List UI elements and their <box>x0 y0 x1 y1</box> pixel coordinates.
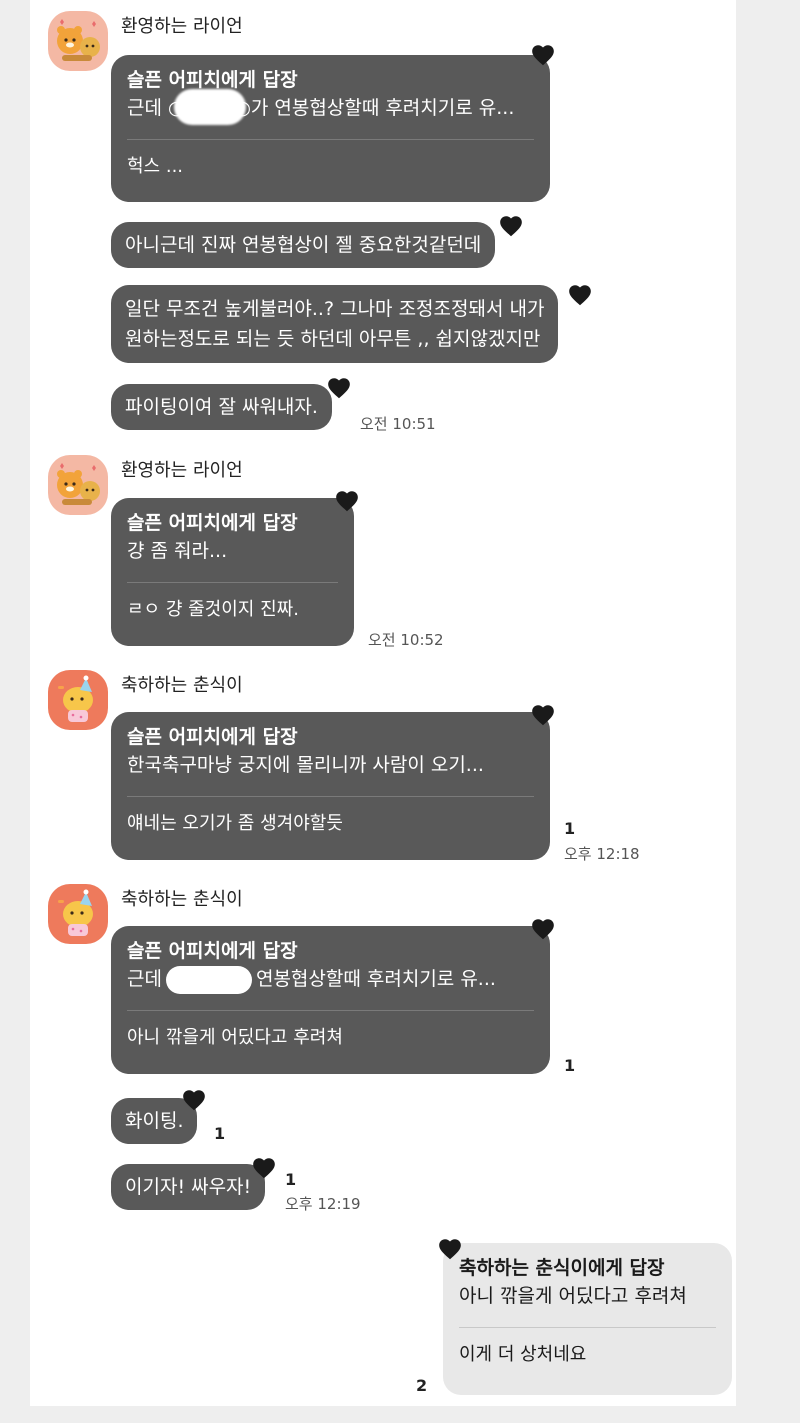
redaction-blur <box>165 965 252 994</box>
chat-area: 환영하는 라이언 슬픈 어피치에게 답장 근데 ○○○○○가 연봉협상할때 후려… <box>30 0 736 1406</box>
message-text: 아니 깎을게 어딨다고 후려쳐 <box>127 1027 343 1048</box>
sender-name: 축하하는 춘식이 <box>121 675 243 696</box>
reply-title: 슬픈 어피치에게 답장 <box>127 512 298 534</box>
choonsik-avatar[interactable] <box>48 884 108 944</box>
message-bubble[interactable]: 이기자! 싸우자! <box>111 1164 266 1210</box>
choonsik-avatar[interactable] <box>48 670 108 730</box>
heart-icon[interactable] <box>498 213 524 239</box>
unread-count: 1 <box>214 1124 226 1143</box>
message-bubble[interactable]: 아니근데 진짜 연봉협상이 젤 중요한것같던데 <box>111 222 496 268</box>
heart-icon[interactable] <box>326 375 352 401</box>
reply-bubble[interactable]: 슬픈 어피치에게 답장 근데 ○○○○○가 연봉협상할때 후려치기로 유... … <box>111 55 550 202</box>
heart-icon[interactable] <box>530 42 556 68</box>
reply-quote-start: 근데 <box>127 968 162 990</box>
sender-name: 환영하는 라이언 <box>121 460 243 481</box>
reply-bubble[interactable]: 슬픈 어피치에게 답장 한국축구마냥 궁지에 몰리니까 사람이 오기... 얘네… <box>111 712 550 860</box>
reply-quote: 근데 연봉협상할때 후려치기로 유... <box>127 964 534 994</box>
timestamp: 오전 10:51 <box>360 415 436 433</box>
timestamp: 오전 10:52 <box>368 631 444 649</box>
reply-title: 축하하는 춘식이에게 답장 <box>459 1257 665 1279</box>
reply-quote: 한국축구마냥 궁지에 몰리니까 사람이 오기... <box>127 754 484 776</box>
heart-icon[interactable] <box>251 1155 277 1181</box>
unread-count: 2 <box>416 1376 428 1395</box>
reply-quote: 걍 좀 줘라... <box>127 540 228 562</box>
heart-icon[interactable] <box>567 282 593 308</box>
sender-name: 환영하는 라이언 <box>121 16 243 37</box>
timestamp: 오후 12:19 <box>285 1195 361 1213</box>
message-bubble[interactable]: 파이팅이여 잘 싸워내자. <box>111 384 332 430</box>
heart-icon[interactable] <box>530 702 556 728</box>
ryan-avatar[interactable] <box>48 455 108 515</box>
reply-title: 슬픈 어피치에게 답장 <box>127 940 298 962</box>
message-line: 원하는정도로 되는 듯 하던데 아무튼 ,, 쉽지않겠지만 <box>125 328 541 350</box>
message-text: ㄹㅇ 걍 줄것이지 진짜. <box>127 599 299 620</box>
sender-name: 축하하는 춘식이 <box>121 889 243 910</box>
unread-count: 1 <box>564 1056 576 1075</box>
reply-bubble[interactable]: 슬픈 어피치에게 답장 걍 좀 줘라... ㄹㅇ 걍 줄것이지 진짜. <box>111 498 354 646</box>
message-text: 이게 더 상처네요 <box>459 1344 587 1365</box>
message-text: 얘네는 오기가 좀 생겨야할듯 <box>127 813 343 834</box>
reply-quote-end: 연봉협상할때 후려치기로 유... <box>255 968 496 990</box>
message-text: 헉스 ... <box>127 156 184 177</box>
heart-icon[interactable] <box>181 1087 207 1113</box>
reply-bubble[interactable]: 슬픈 어피치에게 답장 근데 연봉협상할때 후려치기로 유... 아니 깎을게 어… <box>111 926 550 1074</box>
message-line: 일단 무조건 높게불러야..? 그나마 조정조정돼서 내가 <box>125 298 545 320</box>
reply-title: 슬픈 어피치에게 답장 <box>127 726 298 748</box>
unread-count: 1 <box>285 1170 297 1189</box>
unread-count: 1 <box>564 819 576 838</box>
heart-icon[interactable] <box>334 488 360 514</box>
heart-icon[interactable] <box>530 916 556 942</box>
timestamp: 오후 12:18 <box>564 845 640 863</box>
message-bubble[interactable]: 일단 무조건 높게불러야..? 그나마 조정조정돼서 내가 원하는정도로 되는 … <box>111 285 559 363</box>
reply-quote: 아니 깎을게 어딨다고 후려쳐 <box>459 1285 687 1307</box>
ryan-avatar[interactable] <box>48 11 108 71</box>
heart-icon[interactable] <box>437 1236 463 1262</box>
redaction-blur <box>174 89 246 125</box>
my-reply-bubble[interactable]: 축하하는 춘식이에게 답장 아니 깎을게 어딨다고 후려쳐 이게 더 상처네요 <box>443 1243 732 1395</box>
